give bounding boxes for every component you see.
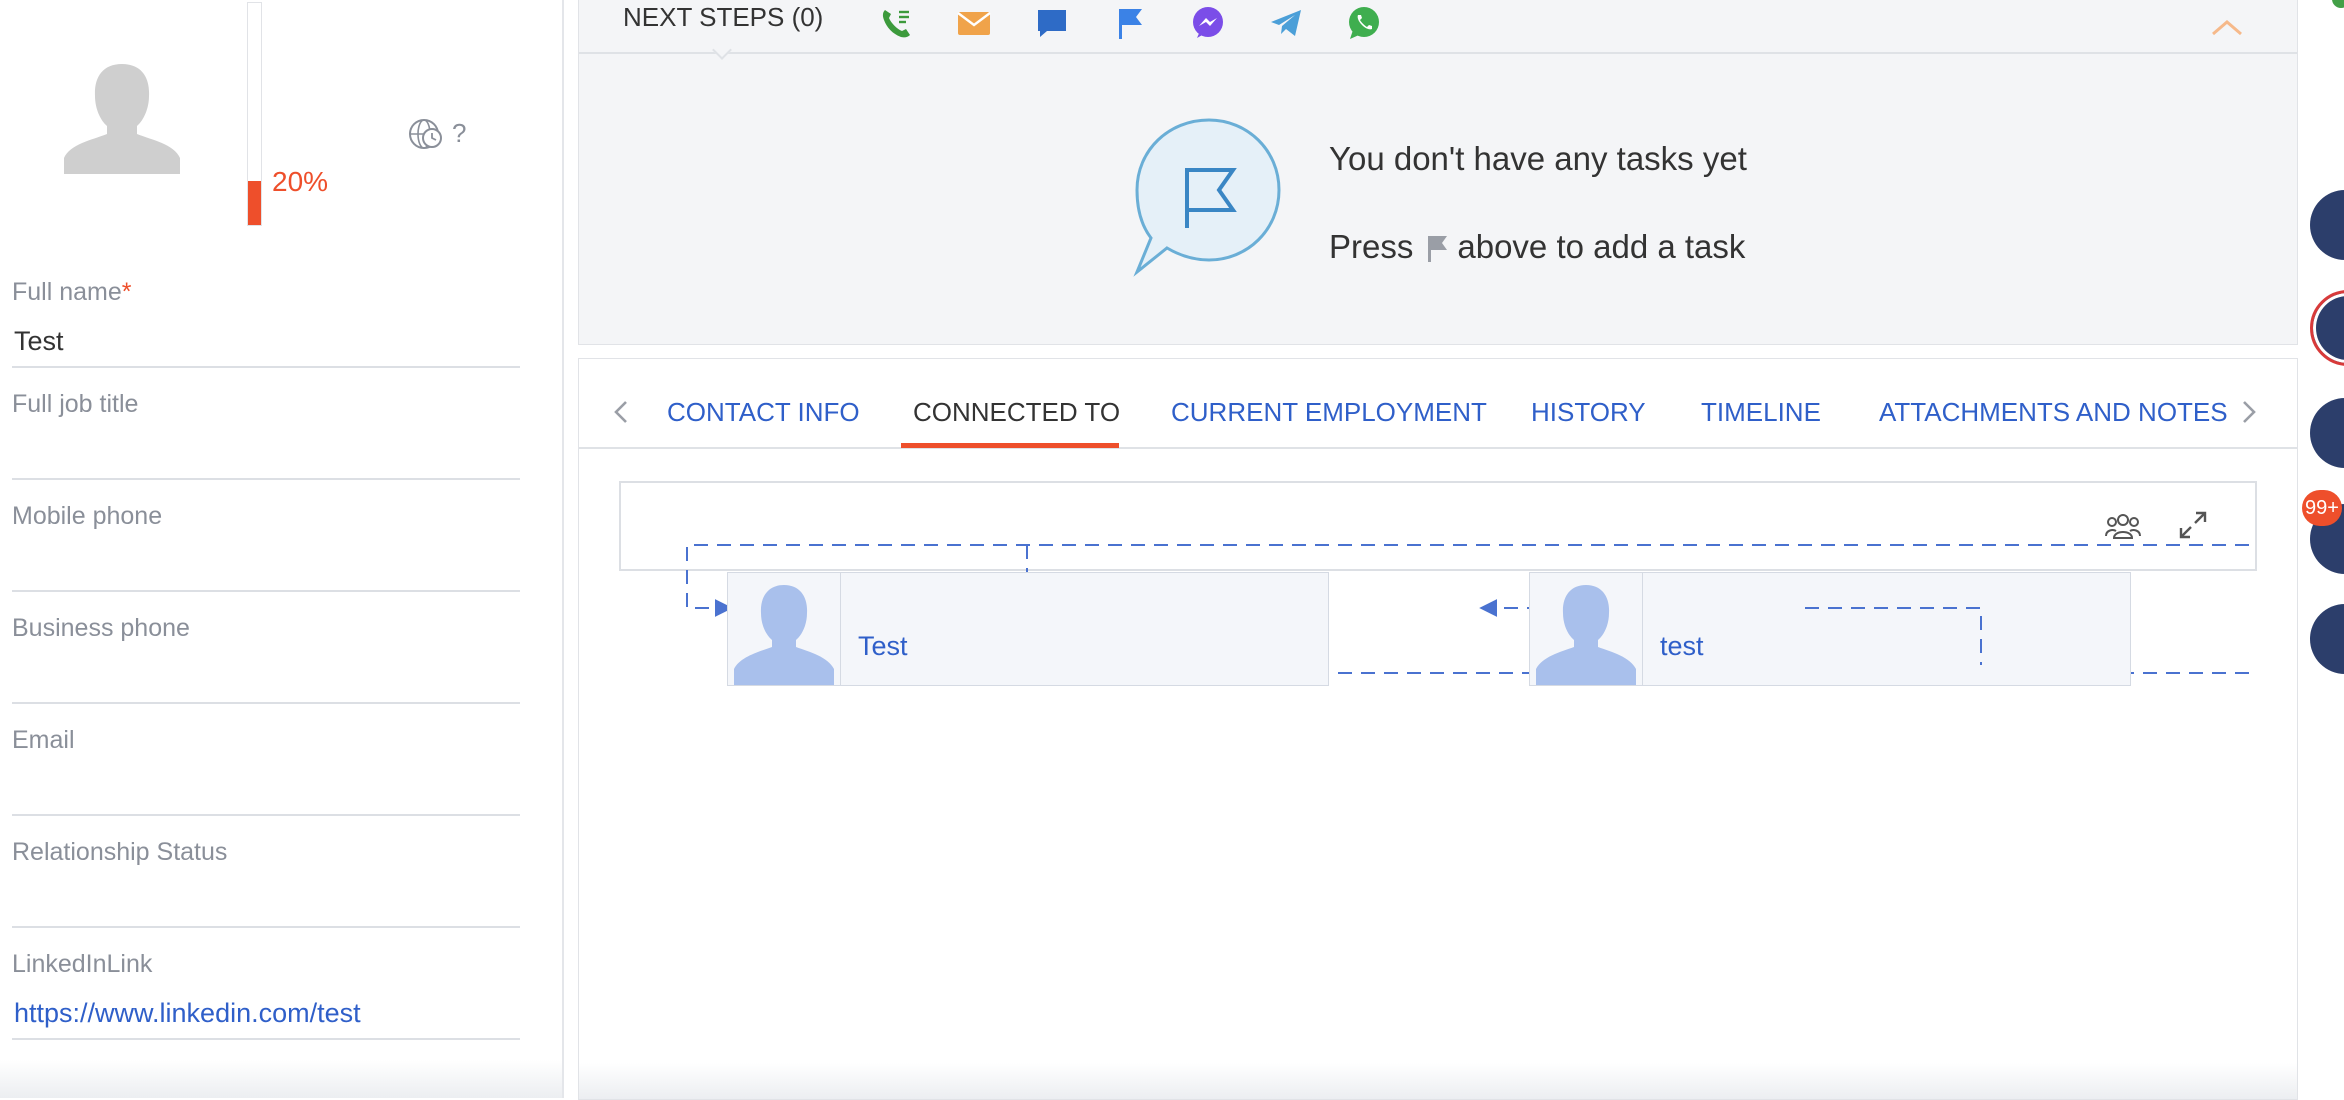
field-full-name[interactable]: Full name* Test bbox=[12, 278, 520, 390]
globe-clock-icon bbox=[409, 119, 442, 149]
field-underline bbox=[12, 702, 520, 704]
detail-tabs-panel: CONTACT INFO CONNECTED TO CURRENT EMPLOY… bbox=[578, 358, 2298, 1100]
field-label: Full name* bbox=[12, 278, 132, 306]
field-label: Mobile phone bbox=[12, 502, 163, 530]
profile-completeness-percent: 20% bbox=[272, 166, 329, 197]
status-dot bbox=[2332, 0, 2344, 8]
flag-icon bbox=[1428, 236, 1448, 262]
whatsapp-icon[interactable] bbox=[1345, 4, 1383, 42]
timezone-unknown-label: ? bbox=[452, 118, 467, 148]
graph-node[interactable]: test bbox=[1529, 572, 2131, 686]
hint-text-before: Press bbox=[1329, 228, 1414, 265]
field-business-phone[interactable]: Business phone bbox=[12, 614, 520, 726]
field-underline bbox=[12, 1038, 520, 1040]
person-icon bbox=[1536, 585, 1636, 685]
empty-tasks-hint: Press above to add a task bbox=[1329, 228, 1745, 266]
panel-bottom-shade bbox=[579, 1063, 2297, 1099]
timezone-indicator[interactable]: ? bbox=[408, 116, 478, 152]
full-name-value[interactable]: Test bbox=[14, 326, 64, 357]
profile-completeness-fill bbox=[248, 180, 261, 225]
chat-icon[interactable] bbox=[1033, 4, 1071, 42]
next-steps-title[interactable]: NEXT STEPS (0) bbox=[623, 2, 823, 33]
field-mobile-phone[interactable]: Mobile phone bbox=[12, 502, 520, 614]
hint-text-after: above to add a task bbox=[1457, 228, 1746, 265]
rail-chat-button[interactable] bbox=[2310, 290, 2344, 366]
field-label: Relationship Status bbox=[12, 838, 228, 866]
field-underline bbox=[12, 814, 520, 816]
empty-tasks-bubble-icon bbox=[1133, 118, 1281, 277]
field-underline bbox=[12, 926, 520, 928]
field-full-job-title[interactable]: Full job title bbox=[12, 390, 520, 502]
field-email[interactable]: Email bbox=[12, 726, 520, 838]
node-avatar bbox=[1530, 573, 1643, 685]
next-steps-tab-pointer bbox=[712, 40, 732, 60]
node-name[interactable]: Test bbox=[858, 631, 908, 662]
chevron-up-icon[interactable] bbox=[2209, 14, 2245, 38]
field-label: Full job title bbox=[12, 390, 139, 418]
notification-badge: 99+ bbox=[2302, 490, 2342, 526]
rail-messages-button[interactable] bbox=[2310, 398, 2344, 468]
messenger-icon[interactable] bbox=[1189, 4, 1227, 42]
empty-tasks-title: You don't have any tasks yet bbox=[1329, 140, 1747, 177]
person-icon bbox=[734, 585, 834, 685]
profile-completeness-bar bbox=[247, 2, 262, 226]
field-label: Business phone bbox=[12, 614, 190, 642]
flag-icon[interactable] bbox=[1111, 4, 1149, 42]
panel-bottom-shade bbox=[0, 1060, 562, 1098]
next-steps-header: NEXT STEPS (0) bbox=[579, 0, 2297, 60]
field-underline bbox=[12, 590, 520, 592]
email-icon[interactable] bbox=[955, 4, 993, 42]
connection-lines bbox=[686, 544, 2249, 685]
rail-email-button[interactable] bbox=[2310, 190, 2344, 260]
rail-notes-button[interactable] bbox=[2310, 604, 2344, 674]
next-steps-panel: NEXT STEPS (0) You don't have any tasks … bbox=[578, 0, 2298, 345]
profile-panel: 20% ? Full name* Test Full job title Mob… bbox=[0, 0, 564, 1098]
field-underline bbox=[12, 366, 520, 368]
node-name[interactable]: test bbox=[1660, 631, 1704, 662]
contact-photo-placeholder-icon[interactable] bbox=[62, 58, 182, 174]
field-underline bbox=[12, 478, 520, 480]
graph-node[interactable]: Test bbox=[727, 572, 1329, 686]
field-relationship-status[interactable]: Relationship Status bbox=[12, 838, 520, 950]
telegram-icon[interactable] bbox=[1267, 4, 1305, 42]
required-mark: * bbox=[121, 278, 132, 306]
field-linkedin-link[interactable]: LinkedInLink https://www.linkedin.com/te… bbox=[12, 950, 520, 1062]
node-avatar bbox=[728, 573, 841, 685]
linkedin-link[interactable]: https://www.linkedin.com/test bbox=[14, 998, 361, 1029]
phone-icon[interactable] bbox=[877, 4, 915, 42]
field-label: LinkedInLink bbox=[12, 950, 153, 978]
field-label: Email bbox=[12, 726, 75, 754]
